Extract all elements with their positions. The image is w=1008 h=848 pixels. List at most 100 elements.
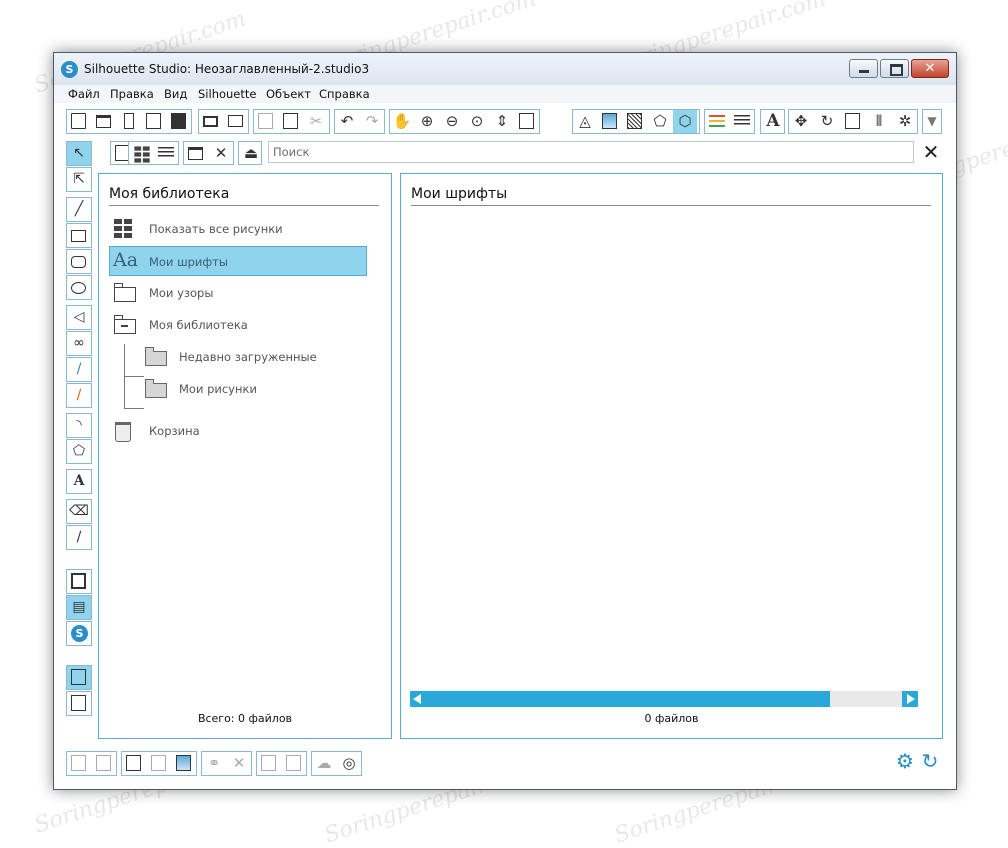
regular-polygon-tool[interactable]: ⬠ <box>66 439 92 464</box>
knife-tool[interactable]: ∕ <box>66 525 92 550</box>
subtract-button[interactable]: ✕ <box>227 752 251 775</box>
offset-shape-button[interactable]: ◎ <box>337 752 361 775</box>
ellipse-tool[interactable] <box>66 275 92 300</box>
delete-button[interactable]: ✕ <box>209 142 233 165</box>
send-tab-button[interactable] <box>66 665 92 690</box>
settings-button[interactable]: ⚙ <box>894 750 916 772</box>
weld-actions-group: ⚭ ✕ <box>201 751 252 776</box>
library-item-my-library[interactable]: Моя библиотека <box>109 310 365 340</box>
library-item-my-patterns[interactable]: Мои узоры <box>109 278 365 308</box>
fill-pattern-button[interactable] <box>623 110 647 133</box>
zoom-drag-button[interactable]: ⇕ <box>490 110 514 133</box>
layout-button[interactable] <box>66 691 92 716</box>
scrollbar-thumb[interactable] <box>426 691 830 707</box>
library-item-recent[interactable]: Недавно загруженные <box>144 342 365 372</box>
save-button[interactable] <box>142 110 166 133</box>
menu-file[interactable]: Файл <box>68 87 100 101</box>
rounded-rectangle-tool[interactable] <box>66 249 92 274</box>
eraser-tool[interactable]: ⌫ <box>66 499 92 524</box>
menu-help[interactable]: Справка <box>319 87 370 101</box>
font-icon: Aa <box>113 249 139 271</box>
library-item-trash[interactable]: Корзина <box>109 416 365 446</box>
shape-button[interactable]: ☁ <box>312 752 336 775</box>
library-tab-button[interactable]: ▤ <box>66 595 92 620</box>
bring-front-button[interactable] <box>172 752 196 775</box>
redo-button[interactable]: ↷ <box>360 110 384 133</box>
offset-button[interactable]: ✲ <box>893 110 917 133</box>
line-tool[interactable]: ╱ <box>66 197 92 222</box>
paste-button[interactable] <box>279 110 303 133</box>
grid-view-icon <box>134 146 150 163</box>
refresh-button[interactable]: ↻ <box>919 750 941 772</box>
save-to-library-button[interactable] <box>167 110 191 133</box>
rectangle-tool[interactable] <box>66 223 92 248</box>
sketch-button[interactable]: ⬠ <box>648 110 672 133</box>
menu-object[interactable]: Объект <box>266 87 311 101</box>
import-button[interactable]: ⏏ <box>238 141 262 165</box>
cut-button[interactable]: ✂ <box>304 110 328 133</box>
title-bar[interactable]: S Silhouette Studio: Неозаглавленный-2.s… <box>54 53 956 86</box>
store-tab-button[interactable]: S <box>66 621 92 646</box>
new-document-button[interactable] <box>67 110 91 133</box>
open-library-button[interactable] <box>117 110 141 133</box>
make-compound-button[interactable] <box>122 752 146 775</box>
zoom-out-button[interactable]: ⊖ <box>440 110 464 133</box>
polygon-tool[interactable]: ◁ <box>66 305 92 330</box>
point-edit-tool[interactable]: ⇱ <box>66 167 92 192</box>
zoom-in-button[interactable]: ⊕ <box>415 110 439 133</box>
minimize-button[interactable] <box>849 59 878 78</box>
copy-button[interactable] <box>254 110 278 133</box>
menu-silhouette[interactable]: Silhouette <box>198 87 256 101</box>
grid-view-button[interactable] <box>129 142 153 165</box>
group-button[interactable] <box>67 752 91 775</box>
scroll-right-button[interactable] <box>902 691 918 707</box>
pentagon-icon: ⬠ <box>653 112 667 130</box>
design-view-button[interactable] <box>66 569 92 594</box>
line-color-button[interactable] <box>705 110 729 133</box>
open-button[interactable] <box>92 110 116 133</box>
weld-button[interactable]: ⚭ <box>202 752 226 775</box>
curve-tool[interactable]: ∞ <box>66 331 92 356</box>
library-item-my-designs[interactable]: Мои рисунки <box>144 374 365 404</box>
search-input[interactable] <box>273 144 903 160</box>
replicate-button[interactable]: ✥ <box>789 110 813 133</box>
menu-view[interactable]: Вид <box>164 87 187 101</box>
maximize-button[interactable] <box>880 59 909 78</box>
library-item-show-all[interactable]: Показать все рисунки <box>109 214 365 244</box>
scroll-left-button[interactable] <box>410 691 426 707</box>
smooth-freehand-tool[interactable]: ∕ <box>66 383 92 408</box>
send-to-cutter-button[interactable] <box>224 110 248 133</box>
close-window-button[interactable]: ✕ <box>911 59 949 78</box>
scale-button[interactable] <box>841 110 865 133</box>
send-backward-button[interactable] <box>257 752 281 775</box>
cut-settings-button[interactable]: ⬡ <box>673 110 697 133</box>
new-folder-button[interactable] <box>184 142 208 165</box>
transform-button[interactable]: ↻ <box>815 110 839 133</box>
align-button[interactable]: ⫴ <box>867 110 891 133</box>
bring-forward-button[interactable] <box>282 752 306 775</box>
group-icon <box>71 755 86 771</box>
library-item-label: Мои шрифты <box>149 255 228 269</box>
pan-button[interactable]: ✋ <box>390 110 414 133</box>
horizontal-scrollbar[interactable] <box>410 691 918 707</box>
freehand-tool[interactable]: ∕ <box>66 357 92 382</box>
print-button[interactable] <box>199 110 223 133</box>
menu-edit[interactable]: Правка <box>110 87 154 101</box>
more-tools-button[interactable]: ▼ <box>922 109 942 134</box>
arc-tool[interactable]: ◝ <box>66 413 92 438</box>
line-style-button[interactable] <box>730 110 754 133</box>
design-page-button[interactable] <box>598 110 622 133</box>
fit-to-page-button[interactable] <box>515 110 539 133</box>
release-compound-button[interactable] <box>147 752 171 775</box>
library-item-my-fonts[interactable]: Aa Мои шрифты <box>109 246 367 276</box>
page-setup-button[interactable]: ◬ <box>573 110 597 133</box>
select-tool[interactable]: ↖ <box>66 141 92 166</box>
list-view-button[interactable] <box>154 142 178 165</box>
silhouette-store-icon: S <box>71 625 88 642</box>
text-style-button[interactable]: A <box>761 110 785 133</box>
text-tool[interactable]: A <box>66 469 92 494</box>
zoom-select-button[interactable]: ⊙ <box>465 110 489 133</box>
undo-button[interactable]: ↶ <box>335 110 359 133</box>
ungroup-button[interactable] <box>92 752 116 775</box>
close-search-button[interactable]: ✕ <box>920 141 942 163</box>
